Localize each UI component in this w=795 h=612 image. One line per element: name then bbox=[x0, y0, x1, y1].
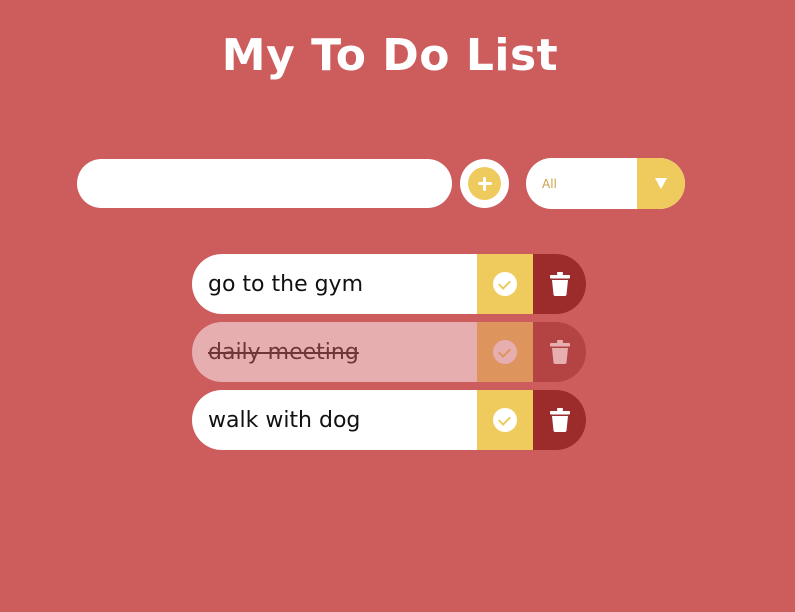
plus-circle-icon bbox=[468, 167, 501, 200]
trash-icon bbox=[549, 408, 570, 432]
todo-text: go to the gym bbox=[208, 271, 364, 297]
trash-icon bbox=[549, 272, 570, 296]
complete-button[interactable] bbox=[477, 254, 533, 314]
todo-list: go to the gym daily meeting walk with do… bbox=[192, 254, 586, 458]
check-circle-icon bbox=[493, 408, 517, 432]
filter-selected-value: All bbox=[542, 177, 557, 191]
complete-button[interactable] bbox=[477, 322, 533, 382]
filter-select[interactable]: All bbox=[526, 158, 685, 209]
complete-button[interactable] bbox=[477, 390, 533, 450]
todo-text-box: daily meeting bbox=[192, 322, 477, 382]
caret-down-icon bbox=[655, 178, 667, 189]
delete-button[interactable] bbox=[533, 254, 586, 314]
todo-item: go to the gym bbox=[192, 254, 586, 314]
check-circle-icon bbox=[493, 272, 517, 296]
todo-text-box: walk with dog bbox=[192, 390, 477, 450]
todo-text: daily meeting bbox=[208, 339, 359, 365]
todo-item: daily meeting bbox=[192, 322, 586, 382]
todo-text: walk with dog bbox=[208, 407, 361, 433]
filter-dropdown-button[interactable] bbox=[637, 158, 685, 209]
todo-item: walk with dog bbox=[192, 390, 586, 450]
page-title: My To Do List bbox=[221, 30, 559, 81]
check-circle-icon bbox=[493, 340, 517, 364]
todo-text-box: go to the gym bbox=[192, 254, 477, 314]
todo-input[interactable] bbox=[77, 159, 452, 208]
trash-icon bbox=[549, 340, 570, 364]
delete-button[interactable] bbox=[533, 322, 586, 382]
add-todo-button[interactable] bbox=[460, 159, 509, 208]
delete-button[interactable] bbox=[533, 390, 586, 450]
